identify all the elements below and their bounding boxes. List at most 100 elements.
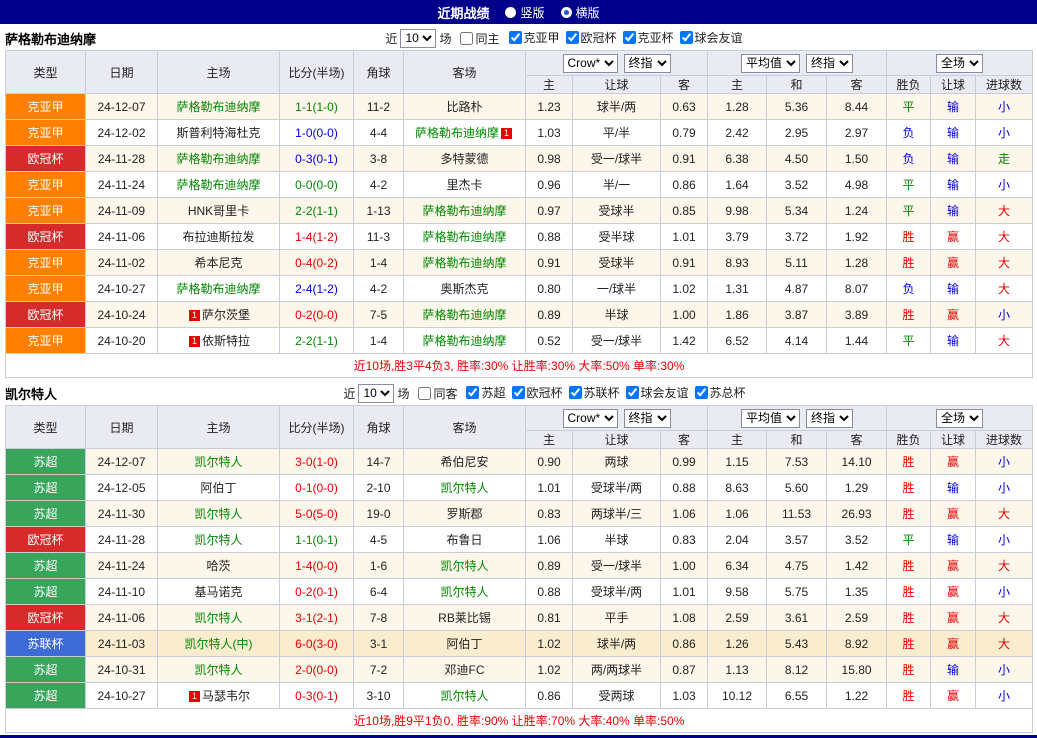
away-team: 萨格勒布迪纳摩	[404, 328, 526, 354]
layout-option-horizontal[interactable]: 横版	[561, 4, 600, 21]
match-score: 0-3(0-1)	[280, 146, 354, 172]
home-team: 阿伯丁	[158, 475, 280, 501]
avg-odds-away: 8.92	[827, 631, 887, 657]
away-team: RB莱比锡	[404, 605, 526, 631]
match-score: 2-2(1-1)	[280, 328, 354, 354]
result-goals: 大	[976, 553, 1033, 579]
league-filter-checkbox[interactable]	[566, 31, 579, 44]
col-header-odds-away: 客	[661, 431, 708, 449]
match-score: 5-0(5-0)	[280, 501, 354, 527]
league-filter-checkbox[interactable]	[626, 386, 639, 399]
league-filter[interactable]: 欧冠杯	[560, 29, 617, 46]
league-filter[interactable]: 苏总杯	[689, 384, 746, 401]
result-goals: 小	[976, 683, 1033, 709]
avg-odds-draw: 5.43	[767, 631, 827, 657]
bookmaker-select[interactable]: Crow*	[563, 409, 618, 428]
result-goals: 大	[976, 605, 1033, 631]
league-type: 欧冠杯	[6, 605, 86, 631]
away-team: 萨格勒布迪纳摩	[404, 302, 526, 328]
corner-count: 7-2	[354, 657, 404, 683]
corner-count: 4-4	[354, 120, 404, 146]
league-filter-checkbox[interactable]	[509, 31, 522, 44]
recent-count-select[interactable]: 10	[400, 29, 436, 48]
match-row: 苏超24-10-271马瑟韦尔0-3(0-1)3-10凯尔特人0.86受两球1.…	[6, 683, 1033, 709]
avg-odds-draw: 6.55	[767, 683, 827, 709]
home-team: HNK哥里卡	[158, 198, 280, 224]
radio-unselected-icon[interactable]	[505, 7, 516, 18]
average-select[interactable]: 平均值	[741, 409, 800, 428]
league-filter[interactable]: 苏联杯	[563, 384, 620, 401]
league-filter-checkbox[interactable]	[680, 31, 693, 44]
average-stage-select[interactable]: 终指	[806, 54, 853, 73]
handicap-odds-away: 0.63	[661, 94, 708, 120]
average-stage-select[interactable]: 终指	[806, 409, 853, 428]
corner-count: 1-4	[354, 328, 404, 354]
league-filter[interactable]: 苏超	[460, 384, 505, 401]
league-filter-checkbox[interactable]	[569, 386, 582, 399]
handicap-line: 半球	[573, 527, 661, 553]
handicap-line: 受两球	[573, 683, 661, 709]
layout-option-vertical[interactable]: 竖版	[505, 4, 544, 21]
col-header-avg-away: 客	[827, 76, 887, 94]
handicap-odds-away: 1.01	[661, 224, 708, 250]
league-filter-label: 欧冠杯	[581, 29, 617, 46]
match-row: 苏超24-10-31凯尔特人2-0(0-0)7-2邓迪FC1.02两/两球半0.…	[6, 657, 1033, 683]
away-team: 希伯尼安	[404, 449, 526, 475]
col-header-handicap: 让球	[573, 76, 661, 94]
handicap-odds-away: 0.79	[661, 120, 708, 146]
result-handicap: 赢	[931, 449, 976, 475]
average-select[interactable]: 平均值	[741, 54, 800, 73]
match-score: 1-4(0-0)	[280, 553, 354, 579]
odds-stage-select[interactable]: 终指	[624, 409, 671, 428]
handicap-odds-away: 1.00	[661, 302, 708, 328]
avg-odds-away: 14.10	[827, 449, 887, 475]
handicap-line: 受球半	[573, 198, 661, 224]
match-score: 1-0(0-0)	[280, 120, 354, 146]
result-handicap: 输	[931, 328, 976, 354]
average-group-header: 平均值终指	[708, 406, 887, 431]
recent-count-select[interactable]: 10	[358, 384, 394, 403]
same-venue-filter[interactable]: 同客	[412, 385, 457, 402]
bookmaker-select[interactable]: Crow*	[563, 54, 618, 73]
match-row: 苏超24-12-05阿伯丁0-1(0-0)2-10凯尔特人1.01受球半/两0.…	[6, 475, 1033, 501]
avg-odds-home: 1.26	[708, 631, 767, 657]
filter-bar: 近 10 场 同主 克亚甲欧冠杯克亚杯球会友谊	[385, 29, 742, 48]
col-header-handicap-result: 让球	[931, 76, 976, 94]
same-venue-filter[interactable]: 同主	[454, 30, 499, 47]
match-date: 24-12-07	[86, 449, 158, 475]
col-header-odds-home: 主	[526, 431, 573, 449]
page-title: 近期战绩	[437, 3, 489, 22]
handicap-odds-home: 0.96	[526, 172, 573, 198]
avg-odds-home: 1.31	[708, 276, 767, 302]
avg-odds-away: 3.89	[827, 302, 887, 328]
fulltime-select[interactable]: 全场	[936, 409, 983, 428]
match-row: 苏超24-12-07凯尔特人3-0(1-0)14-7希伯尼安0.90两球0.99…	[6, 449, 1033, 475]
result-wdl: 平	[887, 527, 931, 553]
col-header-avg-home: 主	[708, 431, 767, 449]
league-filter-checkbox[interactable]	[512, 386, 525, 399]
league-filter[interactable]: 克亚杯	[617, 29, 674, 46]
odds-stage-select[interactable]: 终指	[624, 54, 671, 73]
handicap-odds-home: 0.89	[526, 302, 573, 328]
match-row: 克亚甲24-12-02斯普利特海杜克1-0(0-0)4-4萨格勒布迪纳摩11.0…	[6, 120, 1033, 146]
match-row: 苏超24-11-24哈茨1-4(0-0)1-6凯尔特人0.89受一/球半1.00…	[6, 553, 1033, 579]
handicap-odds-away: 1.42	[661, 328, 708, 354]
handicap-odds-home: 0.88	[526, 224, 573, 250]
result-group-header: 全场	[887, 406, 1033, 431]
league-filter-checkbox[interactable]	[695, 386, 708, 399]
league-filter[interactable]: 欧冠杯	[506, 384, 563, 401]
league-filter[interactable]: 球会友谊	[620, 384, 689, 401]
league-filter-checkbox[interactable]	[466, 386, 479, 399]
league-filter[interactable]: 克亚甲	[503, 29, 560, 46]
league-filter[interactable]: 球会友谊	[674, 29, 743, 46]
league-filter-checkbox[interactable]	[623, 31, 636, 44]
fulltime-select[interactable]: 全场	[936, 54, 983, 73]
result-goals: 小	[976, 449, 1033, 475]
avg-odds-away: 1.29	[827, 475, 887, 501]
avg-odds-away: 15.80	[827, 657, 887, 683]
radio-selected-icon[interactable]	[561, 7, 572, 18]
same-venue-checkbox[interactable]	[460, 32, 473, 45]
col-header-type: 类型	[6, 51, 86, 94]
same-venue-checkbox[interactable]	[418, 387, 431, 400]
away-team: 阿伯丁	[404, 631, 526, 657]
